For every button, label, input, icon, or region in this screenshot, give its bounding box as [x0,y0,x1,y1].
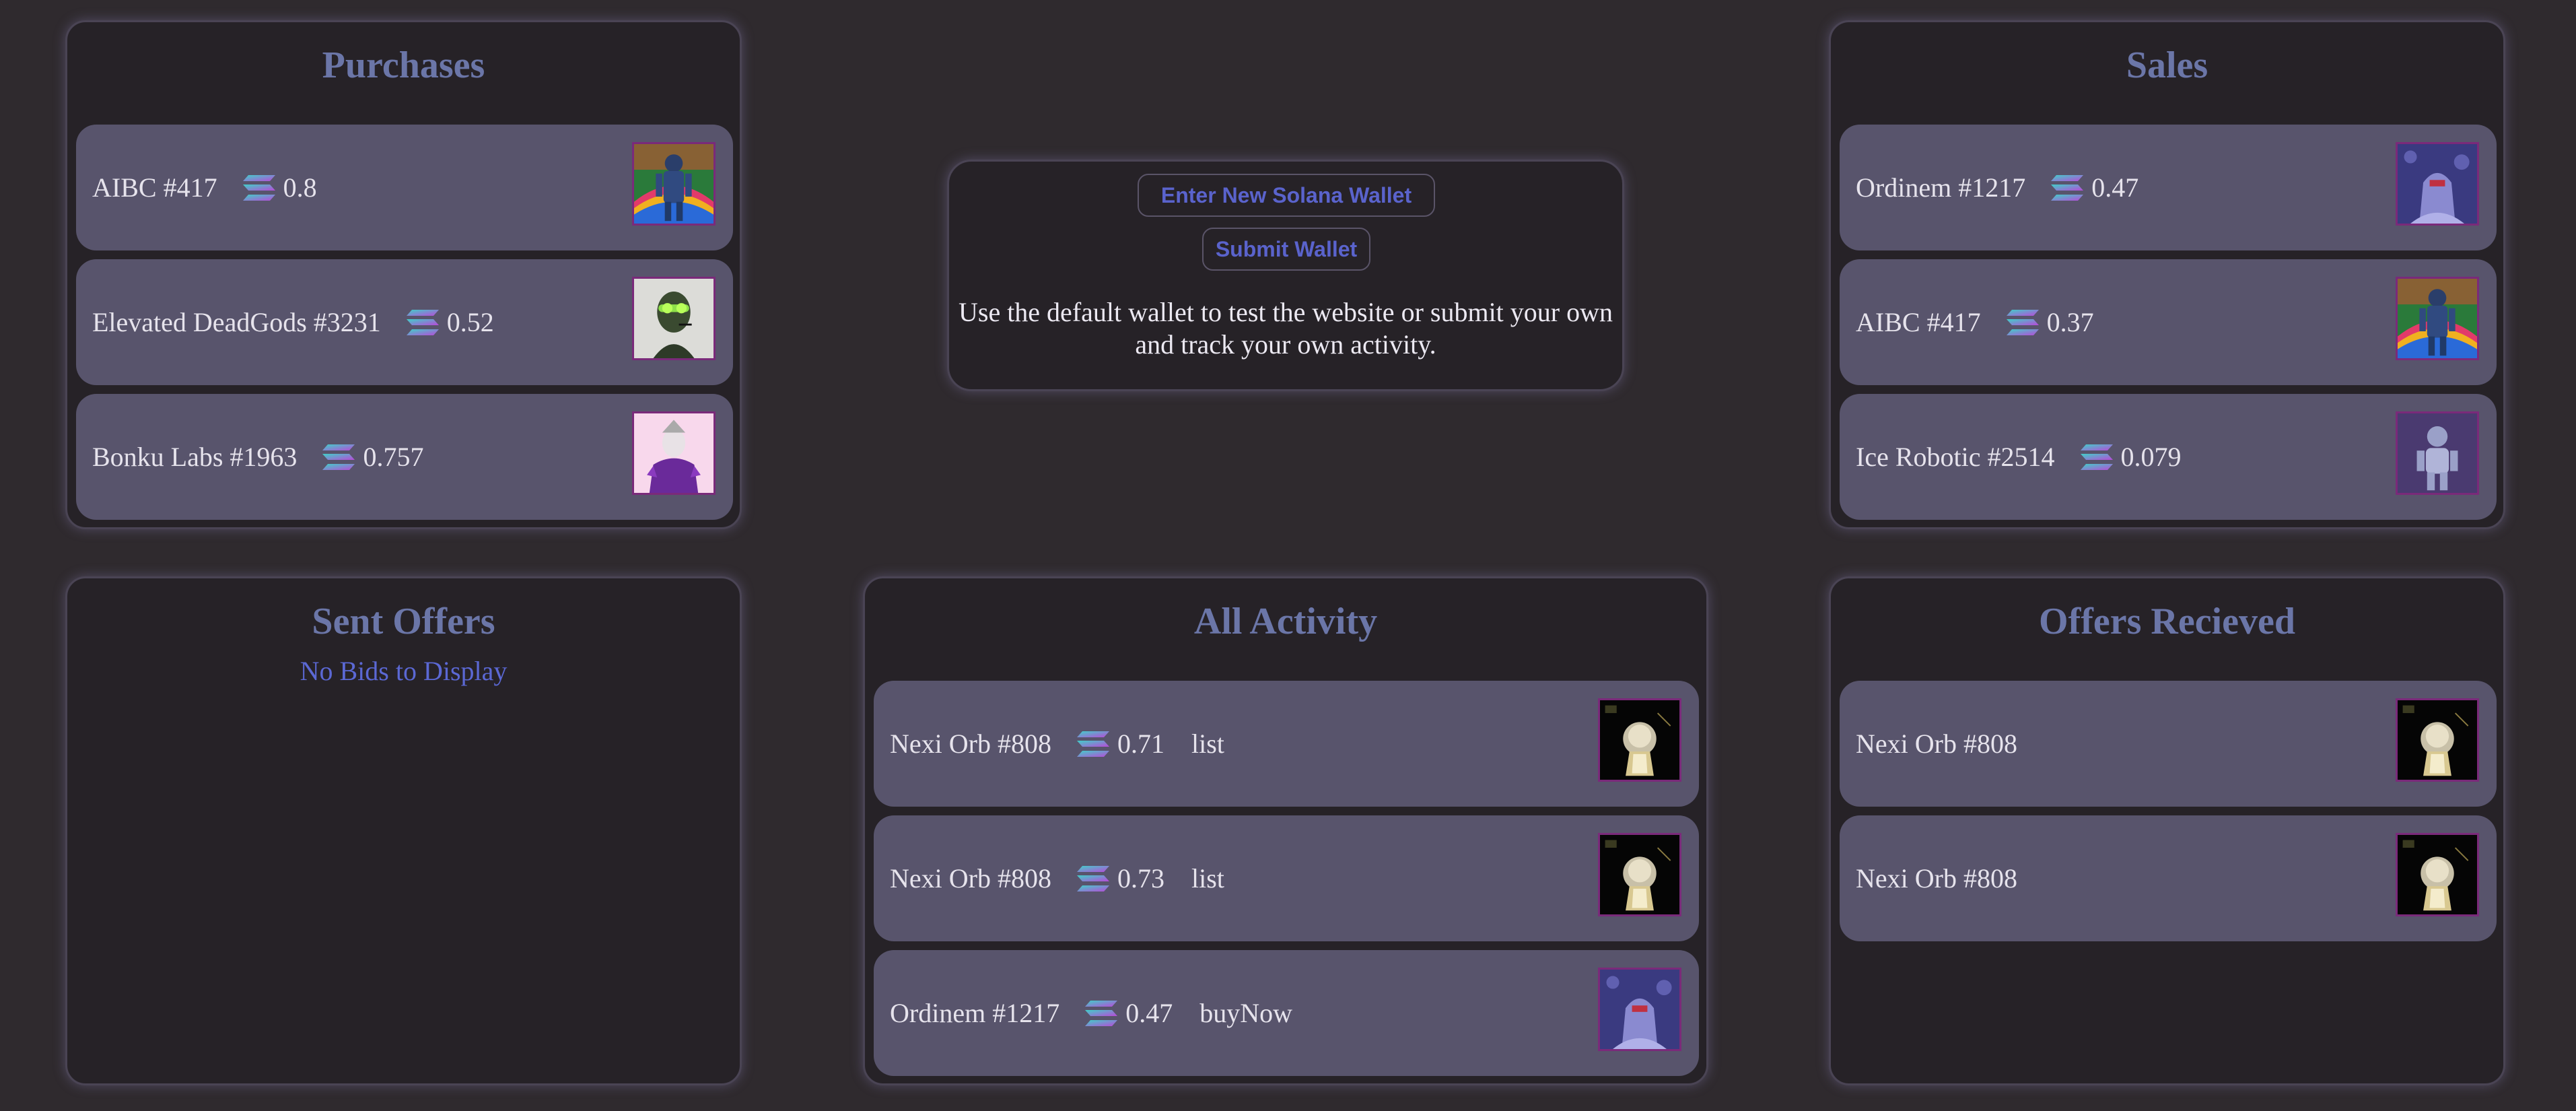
wallet-description: Use the default wallet to test the websi… [958,297,1613,360]
sale-item[interactable]: Ice Robotic #2514 0.079 [1840,394,2497,520]
item-name: Ordinem #1217 [890,998,1060,1028]
item-price: 0.47 [2091,172,2139,203]
item-name: Nexi Orb #808 [1856,863,2017,894]
solana-icon [1077,866,1109,891]
aibc-nft-thumbnail[interactable] [2396,277,2479,360]
solana-icon [2081,444,2113,470]
ordinem-nft-thumbnail[interactable] [1598,968,1681,1051]
solana-icon [1085,1001,1117,1026]
item-name: Bonku Labs #1963 [92,442,298,472]
purchases-panel: Purchases AIBC #417 0.8 Elevated DeadGod… [65,20,742,529]
purchase-item[interactable]: Bonku Labs #1963 0.757 [76,394,733,520]
solana-icon [2051,175,2083,201]
offers-received-title: Offers Recieved [2039,601,2295,642]
nexi-orb-nft-thumbnail[interactable] [1598,833,1681,916]
purchase-item[interactable]: AIBC #417 0.8 [76,125,733,250]
purchases-title: Purchases [322,44,485,86]
offers-received-panel: Offers Recieved Nexi Orb #808 Nexi Orb #… [1829,576,2505,1085]
sales-title: Sales [2126,44,2208,86]
sale-item[interactable]: Ordinem #1217 0.47 [1840,125,2497,250]
no-bids-message: No Bids to Display [300,656,508,686]
sales-panel: Sales Ordinem #1217 0.47 AIBC #417 0.37 … [1829,20,2505,529]
solana-icon [407,310,439,335]
item-price: 0.71 [1117,729,1164,759]
item-name: Nexi Orb #808 [890,863,1051,894]
solana-icon [1077,731,1109,757]
activity-item[interactable]: Nexi Orb #808 0.71 list [874,681,1699,807]
item-price: 0.8 [283,172,317,203]
activity-type: buyNow [1199,998,1292,1028]
item-name: Nexi Orb #808 [1856,729,2017,759]
item-name: AIBC #417 [92,172,217,203]
deadgods-nft-thumbnail[interactable] [632,277,716,360]
item-name: Elevated DeadGods #3231 [92,307,381,337]
offer-item[interactable]: Nexi Orb #808 [1840,681,2497,807]
sent-offers-title: Sent Offers [312,601,495,642]
aibc-nft-thumbnail[interactable] [632,142,716,226]
submit-wallet-button[interactable]: Submit Wallet [1202,228,1370,271]
ordinem-nft-thumbnail[interactable] [2396,142,2479,226]
solana-icon [2007,310,2039,335]
item-price: 0.47 [1125,998,1173,1028]
wallet-panel: Enter New Solana Wallet Submit Wallet Us… [947,160,1624,391]
item-price: 0.52 [446,307,494,337]
all-activity-panel: All Activity Nexi Orb #808 0.71 list Nex… [863,576,1708,1085]
offer-item[interactable]: Nexi Orb #808 [1840,815,2497,941]
item-name: AIBC #417 [1856,307,1981,337]
solana-icon [322,444,355,470]
item-name: Nexi Orb #808 [890,729,1051,759]
nexi-orb-nft-thumbnail[interactable] [2396,833,2479,916]
nexi-orb-nft-thumbnail[interactable] [2396,698,2479,782]
item-price: 0.079 [2120,442,2182,472]
activity-item[interactable]: Nexi Orb #808 0.73 list [874,815,1699,941]
item-name: Ice Robotic #2514 [1856,442,2055,472]
purchase-item[interactable]: Elevated DeadGods #3231 0.52 [76,259,733,385]
ice-robotic-nft-thumbnail[interactable] [2396,411,2479,495]
activity-type: list [1191,863,1224,894]
activity-item[interactable]: Ordinem #1217 0.47 buyNow [874,950,1699,1076]
item-price: 0.37 [2046,307,2094,337]
all-activity-title: All Activity [1193,601,1378,642]
enter-wallet-button[interactable]: Enter New Solana Wallet [1138,174,1435,217]
sale-item[interactable]: AIBC #417 0.37 [1840,259,2497,385]
activity-type: list [1191,729,1224,759]
item-price: 0.757 [363,442,424,472]
nexi-orb-nft-thumbnail[interactable] [1598,698,1681,782]
item-name: Ordinem #1217 [1856,172,2026,203]
item-price: 0.73 [1117,863,1164,894]
bonku-nft-thumbnail[interactable] [632,411,716,495]
solana-icon [243,175,275,201]
sent-offers-panel: Sent Offers No Bids to Display [65,576,742,1085]
